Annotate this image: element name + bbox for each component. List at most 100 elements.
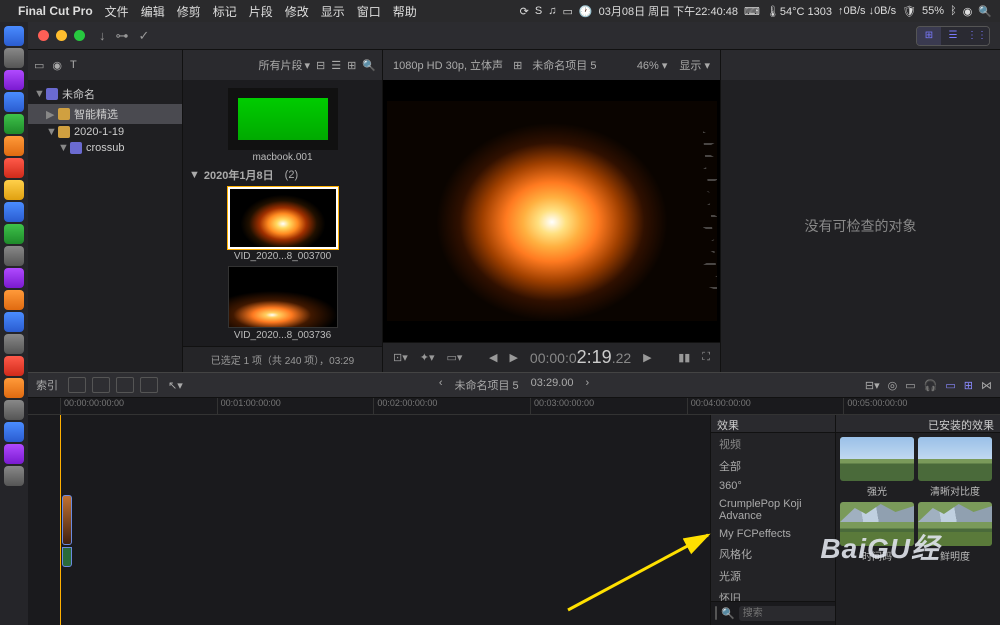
bg-tasks-button[interactable]: ✓ — [139, 28, 150, 44]
fullscreen-icon[interactable]: ⛶ — [702, 351, 710, 364]
dock-app-icon[interactable] — [4, 268, 24, 288]
dock-finder-icon[interactable] — [4, 26, 24, 46]
select-tool-icon[interactable]: ↖▾ — [168, 379, 183, 392]
dock-app-icon[interactable] — [4, 158, 24, 178]
clip-appearance-icon[interactable]: ⊞ — [347, 59, 356, 72]
titles-tab-icon[interactable]: T — [70, 59, 77, 71]
browser-body[interactable]: macbook.001 ▼2020年1月8日 (2) VID_2020...8_… — [183, 80, 382, 346]
index-button[interactable]: 索引 — [36, 377, 58, 393]
library-tab-icon[interactable]: ▭ — [34, 59, 44, 72]
menu-clip[interactable]: 片段 — [249, 3, 273, 20]
status-icon[interactable]: ⟳ — [520, 5, 529, 18]
dock-fcp-icon[interactable] — [4, 444, 24, 464]
menu-trim[interactable]: 修剪 — [177, 3, 201, 20]
clock-icon[interactable]: 🕐 — [579, 5, 593, 18]
clip-item[interactable]: VID_2020...8_003736 — [228, 266, 338, 341]
effect-item[interactable]: 强光 — [840, 437, 914, 498]
retime-tool-icon[interactable]: ▭▾ — [447, 351, 463, 364]
date-time[interactable]: 03月08日 周日 下午22:40:48 — [599, 3, 738, 19]
dock-safari-icon[interactable] — [4, 92, 24, 112]
play-next-icon[interactable]: ▶ — [643, 351, 651, 364]
effect-item[interactable]: 清晰对比度 — [918, 437, 992, 498]
dock-app-icon[interactable] — [4, 290, 24, 310]
effects-category[interactable]: 视频 — [711, 433, 835, 455]
list-view-icon[interactable]: ☰ — [331, 59, 341, 72]
skimming-icon[interactable]: ▭ — [905, 379, 915, 392]
effect-item[interactable]: 鲜明度 — [918, 502, 992, 563]
transform-tool-icon[interactable]: ⊡▾ — [393, 351, 408, 364]
effects-category[interactable]: 风格化 — [711, 543, 835, 565]
history-back-icon[interactable]: ‹ — [439, 377, 443, 393]
smart-collection[interactable]: ▶智能精选 — [28, 104, 182, 124]
solo-icon[interactable]: ▭ — [945, 379, 955, 392]
menu-file[interactable]: 文件 — [105, 3, 129, 20]
timeline-tracks[interactable] — [28, 415, 710, 625]
keyword-button[interactable]: ⊶ — [116, 28, 129, 44]
timecode-display[interactable]: 00:00:02:19.22 — [530, 347, 631, 368]
effects-category[interactable]: 光源 — [711, 565, 835, 587]
dock-trash-icon[interactable] — [4, 466, 24, 486]
app-name[interactable]: Final Cut Pro — [18, 4, 93, 18]
spotlight-icon[interactable]: 🔍 — [978, 5, 992, 18]
menu-window[interactable]: 窗口 — [357, 3, 381, 20]
menu-modify[interactable]: 修改 — [285, 3, 309, 20]
date-group-header[interactable]: ▼2020年1月8日 (2) — [189, 167, 376, 183]
dock-app-icon[interactable] — [4, 70, 24, 90]
color-tool-icon[interactable]: ✦▾ — [420, 351, 435, 364]
dock-wechat-icon[interactable] — [4, 224, 24, 244]
timeline-clip[interactable] — [62, 495, 72, 545]
play-button-icon[interactable]: ▶ — [509, 351, 517, 364]
dock-app-icon[interactable] — [4, 400, 24, 420]
dock-app-icon[interactable] — [4, 136, 24, 156]
timeline-ruler[interactable]: 00:00:00:00:00 00:01:00:00:00 00:02:00:0… — [28, 398, 1000, 415]
clip-item[interactable]: VID_2020...8_003700 — [228, 187, 338, 262]
display-icon[interactable]: ▭ — [562, 5, 572, 18]
insert-button[interactable] — [92, 377, 110, 393]
connect-button[interactable] — [68, 377, 86, 393]
bluetooth-icon[interactable]: ᛒ — [950, 5, 957, 17]
menu-edit[interactable]: 编辑 — [141, 3, 165, 20]
keyword-row[interactable]: ▼crossub — [28, 140, 182, 156]
view-dropdown[interactable]: 显示 ▾ — [679, 57, 710, 73]
maximize-button[interactable] — [74, 30, 85, 41]
dock-app-icon[interactable] — [4, 180, 24, 200]
dock-app-icon[interactable] — [4, 422, 24, 442]
play-prev-icon[interactable]: ◀ — [489, 351, 497, 364]
close-button[interactable] — [38, 30, 49, 41]
event-row[interactable]: ▼2020-1-19 — [28, 124, 182, 140]
import-button[interactable]: ↓ — [99, 28, 106, 43]
dock-app-icon[interactable] — [4, 114, 24, 134]
audio-skim-icon[interactable]: 🎧 — [924, 379, 938, 392]
dock-appstore-icon[interactable] — [4, 334, 24, 354]
shield-icon[interactable]: 🛡 — [902, 5, 916, 18]
layout-switcher[interactable]: ⊞☰⋮⋮ — [916, 26, 990, 46]
dock-app-icon[interactable] — [4, 378, 24, 398]
wifi-icon[interactable]: ◉ — [963, 5, 973, 18]
append-button[interactable] — [116, 377, 134, 393]
minimize-button[interactable] — [56, 30, 67, 41]
transitions-browser-icon[interactable]: ⋈ — [981, 379, 992, 392]
timeline-clip-audio[interactable] — [62, 547, 72, 567]
battery-status[interactable]: 55% — [922, 5, 944, 17]
keyboard-icon[interactable]: ⌨ — [744, 5, 760, 18]
effects-category[interactable]: 360° — [711, 477, 835, 495]
format-menu-icon[interactable]: ⊞ — [513, 59, 522, 72]
dock-app-icon[interactable] — [4, 246, 24, 266]
snapping-icon[interactable]: ◎ — [888, 379, 898, 392]
dock-app-icon[interactable] — [4, 48, 24, 68]
effects-category[interactable]: My FCPeffects — [711, 525, 835, 543]
effect-item[interactable]: 时间码 — [840, 502, 914, 563]
history-fwd-icon[interactable]: › — [586, 377, 590, 393]
zoom-dropdown[interactable]: 46% ▾ — [637, 59, 668, 72]
playhead[interactable] — [60, 415, 61, 625]
dock-app-icon[interactable] — [4, 202, 24, 222]
clip-item[interactable]: macbook.001 — [228, 88, 338, 163]
menu-help[interactable]: 帮助 — [393, 3, 417, 20]
library-root[interactable]: ▼未命名 — [28, 84, 182, 104]
effects-browser-icon[interactable]: ⊞ — [964, 379, 973, 392]
effects-category[interactable]: 怀旧 — [711, 587, 835, 601]
music-icon[interactable]: ♫ — [548, 5, 556, 17]
dock-app-icon[interactable] — [4, 312, 24, 332]
menu-mark[interactable]: 标记 — [213, 3, 237, 20]
photos-tab-icon[interactable]: ◉ — [52, 59, 62, 72]
